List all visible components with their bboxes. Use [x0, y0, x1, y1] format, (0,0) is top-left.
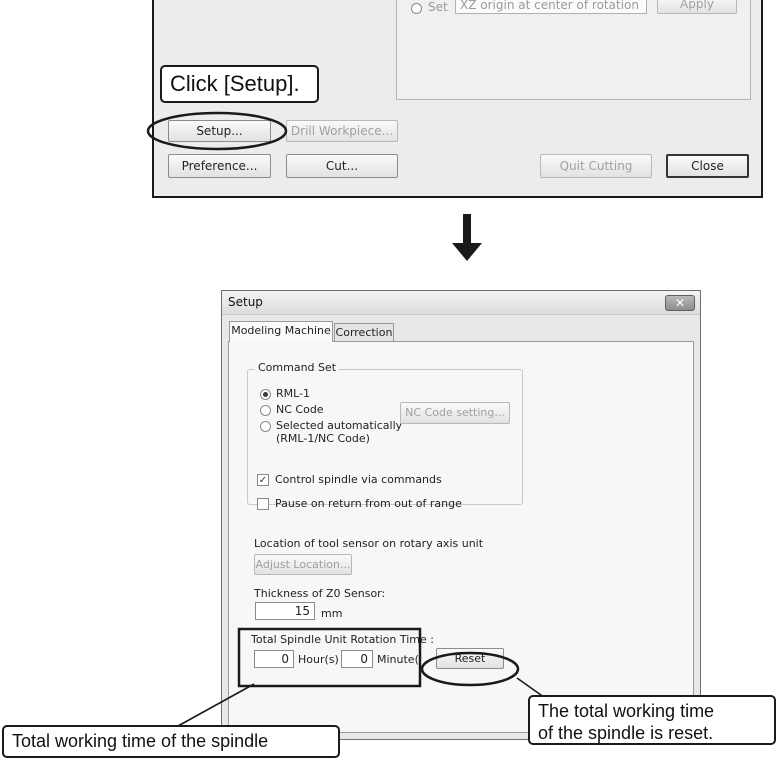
tab-correction[interactable]: Correction — [334, 323, 394, 343]
pause-on-return-checkbox[interactable] — [257, 498, 269, 510]
nc-code-radio[interactable] — [260, 405, 271, 416]
rml1-label: RML-1 — [276, 387, 311, 400]
origin-select[interactable]: XZ origin at center of rotation — [455, 0, 647, 14]
down-arrow-icon — [463, 214, 471, 246]
down-arrow-head — [452, 243, 482, 261]
nc-code-setting-button[interactable]: NC Code setting... — [400, 402, 510, 424]
origin-group-box: Set XZ origin at center of rotation Appl… — [396, 0, 751, 100]
control-spindle-label: Control spindle via commands — [275, 473, 442, 486]
reset-button[interactable]: Reset — [436, 648, 504, 669]
quit-cutting-button[interactable]: Quit Cutting — [540, 154, 652, 178]
preference-button[interactable]: Preference... — [168, 154, 271, 178]
minutes-input[interactable]: 0 — [341, 650, 373, 668]
pause-on-return-label: Pause on return from out of range — [275, 497, 462, 510]
tab-modeling-machine[interactable]: Modeling Machine — [229, 321, 333, 342]
thickness-label: Thickness of Z0 Sensor: — [254, 587, 386, 600]
click-setup-callout: Click [Setup]. — [160, 65, 319, 103]
reset-note-line-2: of the spindle is reset. — [538, 723, 714, 743]
apply-button[interactable]: Apply — [657, 0, 737, 14]
setup-button[interactable]: Setup... — [168, 120, 271, 142]
reset-note-line-1: The total working time — [538, 701, 715, 721]
rml1-radio[interactable] — [260, 389, 271, 400]
thickness-input[interactable]: 15 — [255, 602, 315, 620]
auto-select-label: Selected automatically — [276, 419, 403, 432]
hours-unit: Hour(s) — [298, 653, 339, 666]
tool-sensor-label: Location of tool sensor on rotary axis u… — [254, 537, 484, 550]
origin-select-value: XZ origin at center of rotation — [460, 0, 639, 12]
total-time-callout: Total working time of the spindle — [2, 725, 340, 758]
setup-dialog: Setup ✕ Modeling Machine Correction Comm… — [221, 290, 701, 740]
nc-code-label: NC Code — [276, 403, 324, 416]
modeling-machine-panel: Command Set RML-1 NC Code Selected autom… — [228, 341, 694, 733]
setup-title-bar: Setup ✕ — [222, 291, 700, 315]
set-origin-radio[interactable] — [411, 3, 422, 14]
rotation-time-label: Total Spindle Unit Rotation Time : — [251, 633, 434, 646]
set-origin-label: Set — [428, 0, 448, 14]
auto-select-sublabel: (RML-1/NC Code) — [276, 432, 370, 445]
auto-select-radio[interactable] — [260, 421, 271, 432]
command-set-legend: Command Set — [255, 361, 340, 374]
reset-note-callout: The total working time of the spindle is… — [528, 695, 776, 745]
hours-input[interactable]: 0 — [254, 650, 294, 668]
thickness-unit: mm — [321, 607, 343, 620]
setup-dialog-title: Setup — [228, 295, 263, 309]
adjust-location-button[interactable]: Adjust Location... — [254, 554, 352, 575]
control-spindle-checkbox[interactable]: ✓ — [257, 474, 269, 486]
close-button[interactable]: Close — [666, 154, 749, 178]
cut-button[interactable]: Cut... — [286, 154, 398, 178]
close-icon[interactable]: ✕ — [665, 295, 695, 311]
drill-workpiece-button[interactable]: Drill Workpiece... — [286, 120, 398, 142]
minutes-unit: Minute( — [377, 653, 419, 666]
